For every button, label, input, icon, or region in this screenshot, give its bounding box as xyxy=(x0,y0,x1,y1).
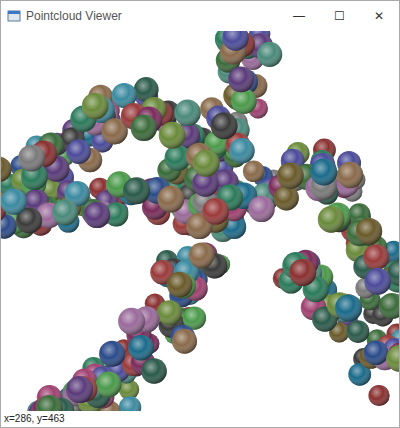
point-sphere xyxy=(99,341,125,367)
point-sphere xyxy=(364,340,389,365)
point-sphere xyxy=(141,358,167,384)
point-sphere xyxy=(84,202,110,228)
point-sphere xyxy=(118,308,145,335)
point-sphere xyxy=(119,396,141,411)
point-sphere xyxy=(157,186,184,213)
point-sphere xyxy=(52,199,78,225)
point-sphere xyxy=(356,218,382,244)
point-sphere xyxy=(248,196,274,222)
point-sphere xyxy=(364,268,391,295)
point-sphere xyxy=(386,345,399,372)
point-sphere xyxy=(257,42,282,67)
point-sphere xyxy=(211,112,238,139)
app-window: Pointcloud Viewer —☐✕ x=286, y=463 xyxy=(0,0,400,428)
point-sphere xyxy=(310,159,337,186)
minimize-button[interactable]: — xyxy=(279,1,319,31)
caption-buttons: —☐✕ xyxy=(279,1,399,31)
point-sphere xyxy=(318,206,345,233)
point-sphere xyxy=(1,157,12,182)
window-title: Pointcloud Viewer xyxy=(26,7,279,25)
point-sphere xyxy=(159,122,186,149)
point-sphere xyxy=(337,162,363,188)
point-sphere xyxy=(172,329,197,354)
app-icon xyxy=(1,9,26,23)
point-sphere xyxy=(123,177,150,204)
close-button[interactable]: ✕ xyxy=(359,1,399,31)
point-cloud-viewport[interactable] xyxy=(1,31,399,411)
point-sphere xyxy=(131,115,157,141)
point-sphere xyxy=(128,335,154,361)
point-sphere xyxy=(189,242,215,268)
point-sphere xyxy=(82,93,109,120)
cursor-coordinates: x=286, y=463 xyxy=(4,413,65,425)
point-sphere xyxy=(174,100,200,126)
maximize-button[interactable]: ☐ xyxy=(319,1,359,31)
point-sphere xyxy=(228,66,254,92)
point-sphere xyxy=(1,188,27,214)
point-sphere xyxy=(66,139,91,164)
point-sphere xyxy=(368,385,389,406)
point-sphere xyxy=(96,371,122,397)
point-sphere xyxy=(363,244,389,270)
point-sphere xyxy=(289,259,316,286)
point-sphere xyxy=(335,294,362,321)
point-sphere xyxy=(222,31,248,51)
point-sphere xyxy=(379,293,399,319)
point-sphere xyxy=(36,395,63,411)
point-sphere xyxy=(18,145,45,172)
point-sphere xyxy=(167,272,193,298)
point-sphere xyxy=(347,320,370,343)
point-sphere xyxy=(274,185,299,210)
point-sphere xyxy=(229,138,255,164)
point-sphere xyxy=(277,162,304,189)
point-sphere xyxy=(193,150,220,177)
point-sphere xyxy=(66,376,93,403)
status-bar: x=286, y=463 xyxy=(1,411,399,427)
point-sphere xyxy=(157,300,182,325)
point-sphere xyxy=(243,161,265,183)
title-bar[interactable]: Pointcloud Viewer —☐✕ xyxy=(1,1,399,31)
point-sphere xyxy=(231,89,257,115)
point-sphere xyxy=(202,198,229,225)
